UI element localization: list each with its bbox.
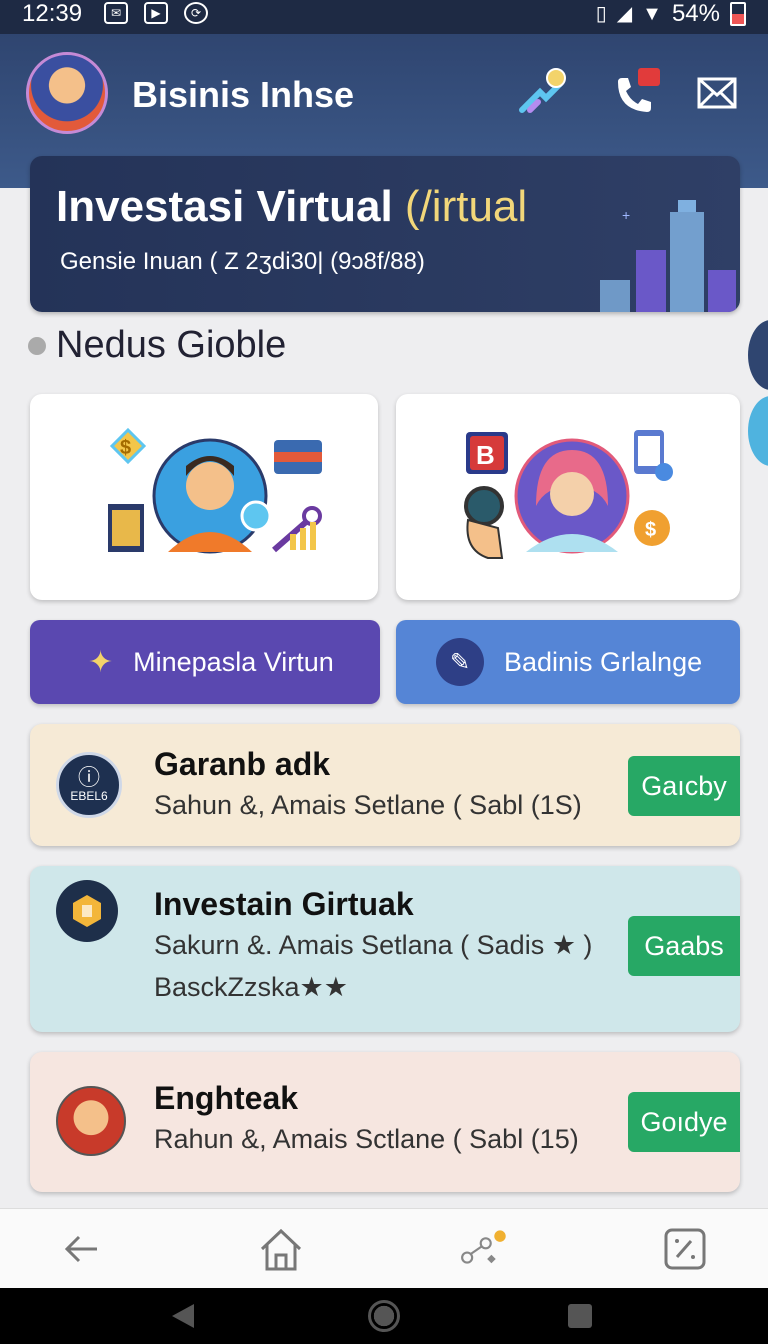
signal-icon: ◢ <box>616 3 633 25</box>
shield-badge-icon <box>56 880 118 942</box>
promo-banner[interactable]: Investasi Virtual (/irtual Gensie Inuan … <box>30 156 740 312</box>
tile-minepasla-virtun[interactable]: ✦ Minepasla Virtun <box>30 620 380 704</box>
svg-text:B: B <box>476 440 495 470</box>
list-item-subtitle-2: BasckZzska★★ <box>154 972 348 1002</box>
sync-notification-icon: ⟳ <box>184 2 208 24</box>
profile-avatar[interactable] <box>26 52 108 134</box>
svg-text:+: + <box>622 207 630 223</box>
svg-text:$: $ <box>120 437 131 459</box>
list-item-button[interactable]: Gaabs <box>628 916 740 976</box>
banner-title-accent: (/irtual <box>404 182 528 231</box>
battery-percentage: 54% <box>671 0 720 27</box>
lightbulb-tree-icon[interactable] <box>516 66 570 120</box>
list-item-subtitle: Sahun &, Amais Setlane ( Sabl (1S) <box>154 790 582 820</box>
section-heading: Nedus Gioble <box>28 324 286 367</box>
tile-badinis-grlalnge[interactable]: ✎ Badinis Grlalnge <box>396 620 740 704</box>
list-item-subtitle: Sakurn &. Amais Setlana ( Sadis ★ ) <box>154 930 593 960</box>
section-title: Nedus Gioble <box>56 324 287 366</box>
list-item-title: Investain Girtuak <box>154 886 414 922</box>
system-navigation-bar <box>0 1288 768 1344</box>
man-investor-illustration: $ <box>108 427 322 554</box>
compass-badge-icon: ⓘ EBEL6 <box>56 752 122 818</box>
vibrate-icon: ▯ <box>595 3 607 25</box>
system-back-icon[interactable] <box>172 1304 194 1328</box>
bottom-navigation <box>0 1208 768 1289</box>
tile-label-0: Minepasla Virtun <box>133 646 334 677</box>
status-time: 12:39 <box>22 0 83 27</box>
phone-notification-icon[interactable] <box>608 66 662 120</box>
list-item-button[interactable]: Goıdye <box>628 1092 740 1152</box>
edge-bubble-dark[interactable] <box>748 320 768 390</box>
back-arrow-icon[interactable] <box>56 1225 106 1273</box>
list-item[interactable]: Investain Girtuak Sakurn &. Amais Setlan… <box>30 866 740 1032</box>
edit-square-icon[interactable] <box>660 1225 710 1273</box>
list-item-button[interactable]: Gaıcby <box>628 756 740 816</box>
illustration-card-man[interactable]: $ <box>30 394 378 600</box>
list-item-title: Enghteak <box>154 1080 299 1116</box>
list-item[interactable]: Enghteak Rahun &, Amais Sctlane ( Sabl (… <box>30 1052 740 1192</box>
home-icon[interactable] <box>256 1225 306 1273</box>
woman-investor-illustration: B $ <box>464 430 673 559</box>
app-title: Bisinis Inhse <box>132 74 355 115</box>
status-notification-icons: ✉ ▶ ⟳ <box>104 2 208 24</box>
wifi-icon: ▼ <box>642 3 662 25</box>
sparkle-icon: ✦ <box>88 645 114 679</box>
svg-text:$: $ <box>645 519 656 541</box>
system-recents-icon[interactable] <box>568 1304 592 1328</box>
system-home-icon[interactable] <box>368 1300 400 1332</box>
share-coin-icon[interactable] <box>460 1225 510 1273</box>
banner-subtitle: Gensie Inuan ( Z 2ʒdi30| (9ɔ8f/88) <box>60 248 425 275</box>
list-item-title: Garanb adk <box>154 746 331 782</box>
badge-text: EBEL6 <box>70 789 108 803</box>
tile-label-1: Badinis Grlalnge <box>504 646 703 677</box>
battery-icon <box>730 2 746 26</box>
person-avatar-icon <box>56 1086 126 1156</box>
feather-icon: ✎ <box>436 638 484 686</box>
edge-bubble-light[interactable] <box>748 396 768 466</box>
list-item-subtitle: Rahun &, Amais Sctlane ( Sabl (15) <box>154 1124 579 1154</box>
app-notification-icon: ▶ <box>144 2 168 24</box>
banner-title: Investasi Virtual (/irtual <box>56 182 527 232</box>
list-item[interactable]: ⓘ EBEL6 Garanb adk Sahun &, Amais Setlan… <box>30 724 740 846</box>
mail-icon[interactable] <box>690 66 744 120</box>
illustration-card-woman[interactable]: B $ <box>396 394 740 600</box>
section-dot-icon <box>28 336 46 355</box>
banner-title-main: Investasi Virtual <box>56 182 393 231</box>
bar-graph-illustration: + <box>600 200 736 312</box>
status-bar: 12:39 ✉ ▶ ⟳ ▯ ◢ ▼ 54% <box>0 0 768 34</box>
mail-notification-icon: ✉ <box>104 2 128 24</box>
